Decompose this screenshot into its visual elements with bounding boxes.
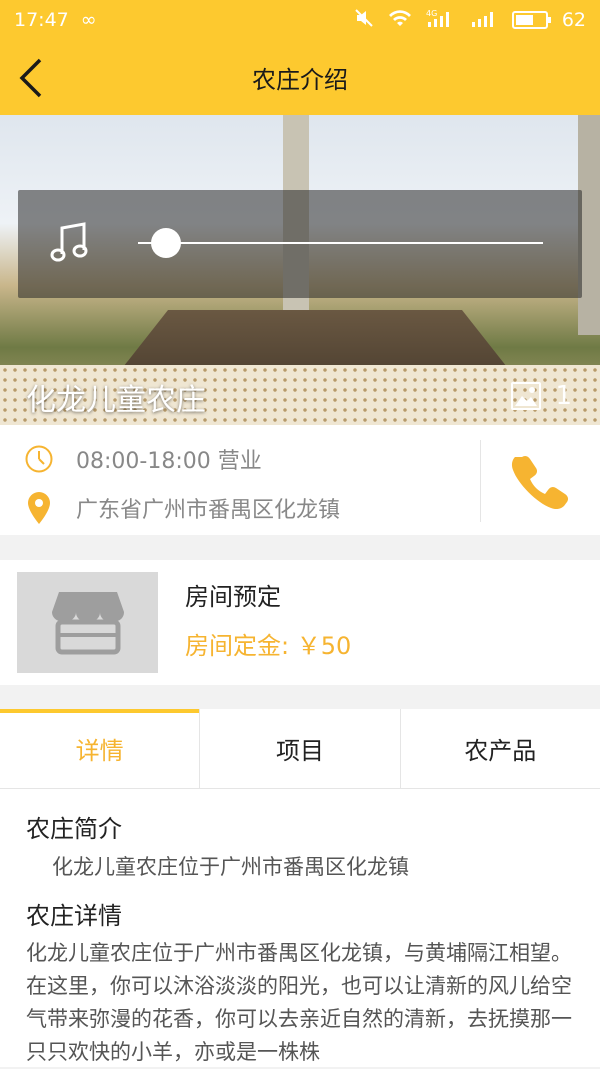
back-button[interactable] [14, 56, 54, 100]
image-gallery-icon [511, 382, 542, 410]
farm-name: 化龙儿童农庄 [26, 383, 206, 418]
intro-text: 化龙儿童农庄位于广州市番禺区化龙镇 [52, 855, 409, 879]
room-thumbnail [17, 572, 158, 673]
photo-count[interactable]: 1 [511, 381, 572, 411]
farm-info-card: 08:00-18:00 营业 广东省广州市番禺区化龙镇 [0, 425, 600, 535]
audio-player [18, 190, 582, 298]
detail-text: 化龙儿童农庄位于广州市番禺区化龙镇，与黄埔隔江相望。在这里，你可以沐浴淡淡的阳光… [26, 941, 572, 1064]
call-button[interactable] [508, 451, 570, 513]
mute-icon [354, 8, 374, 33]
detail-heading: 农庄详情 [26, 902, 122, 930]
location-pin-icon [28, 492, 50, 524]
intro-heading: 农庄简介 [26, 815, 122, 843]
tab-projects[interactable]: 项目 [200, 709, 401, 788]
signal-4g-icon: 4G [426, 8, 456, 33]
info-divider [480, 440, 481, 522]
booking-deposit-price: 房间定金: ￥50 [185, 632, 352, 660]
audio-progress-track[interactable] [138, 242, 543, 244]
content-tabs: 详情 项目 农产品 [0, 709, 600, 789]
status-bar: 17:47 ∞ 4G 62 [0, 0, 600, 40]
farm-hero-image[interactable]: 化龙儿童农庄 1 [0, 115, 600, 425]
wifi-icon [388, 8, 412, 33]
back-arrow-icon [19, 58, 42, 98]
address: 广东省广州市番禺区化龙镇 [76, 498, 341, 523]
tab-products[interactable]: 农产品 [401, 709, 600, 788]
status-time: 17:47 [14, 9, 69, 31]
clock-icon [25, 445, 53, 473]
business-hours-row: 08:00-18:00 营业 [24, 443, 262, 475]
infinity-icon: ∞ [80, 9, 97, 31]
battery-level [515, 15, 534, 25]
room-booking-card[interactable]: 房间预定 房间定金: ￥50 [0, 560, 600, 685]
phone-icon [511, 455, 569, 510]
shop-icon [51, 591, 124, 654]
address-row[interactable]: 广东省广州市番禺区化龙镇 [24, 490, 340, 526]
business-hours: 08:00-18:00 营业 [76, 449, 262, 474]
music-note-button[interactable] [50, 220, 90, 264]
title-bar: 农庄介绍 [0, 40, 600, 115]
booking-name: 房间预定 [185, 583, 281, 611]
tab-details[interactable]: 详情 [0, 709, 201, 788]
music-note-icon [50, 222, 88, 262]
signal-4g-label: 4G [426, 9, 437, 18]
battery-icon [511, 11, 551, 29]
page-title: 农庄介绍 [252, 66, 348, 94]
photo-count-number: 1 [555, 381, 572, 411]
battery-percent: 62 [561, 9, 586, 31]
audio-progress-knob[interactable] [151, 228, 182, 258]
signal-icon [470, 8, 498, 33]
farm-details: 农庄简介 化龙儿童农庄位于广州市番禺区化龙镇 农庄详情 化龙儿童农庄位于广州市番… [0, 789, 600, 1067]
